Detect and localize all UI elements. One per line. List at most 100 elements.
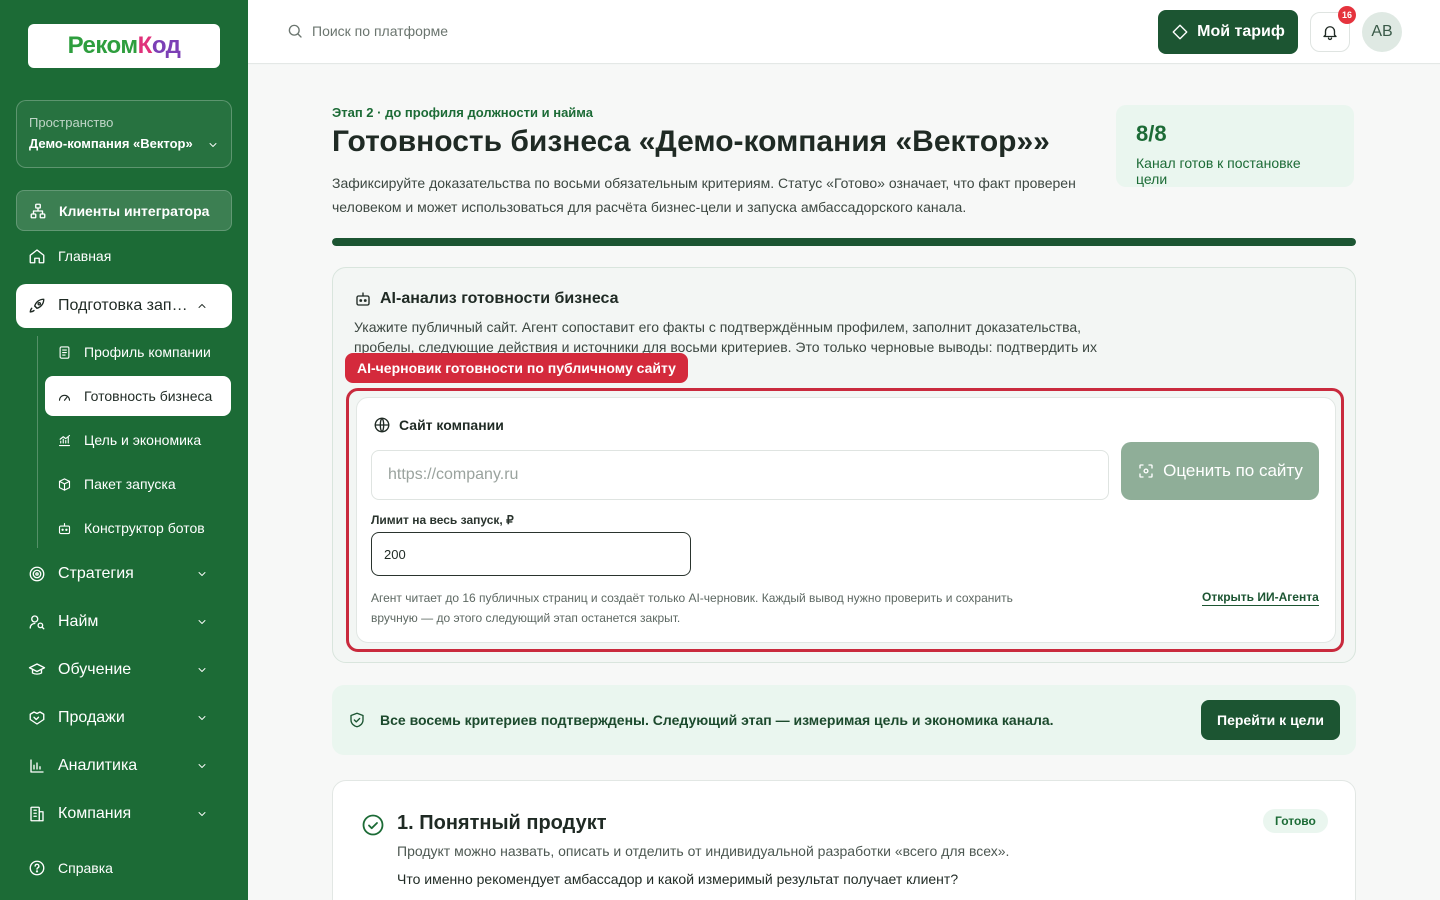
go-to-goal-button[interactable]: Перейти к цели xyxy=(1201,700,1340,740)
sub-item-bots-label: Конструктор ботов xyxy=(84,520,205,536)
sub-nav-line xyxy=(37,336,38,548)
chevron-down-icon xyxy=(196,664,208,676)
chevron-down-icon xyxy=(196,808,208,820)
progress-bar xyxy=(332,238,1356,246)
score-card: 8/8 Канал готов к постановке цели xyxy=(1116,105,1354,187)
sub-item-bots[interactable]: Конструктор ботов xyxy=(45,508,231,548)
notification-count-badge: 16 xyxy=(1338,6,1356,24)
chevron-down-icon xyxy=(196,616,208,628)
space-selector[interactable]: Пространство Демо-компания «Вектор» xyxy=(16,100,232,168)
avatar[interactable]: AB xyxy=(1362,12,1402,52)
nav-home-label: Главная xyxy=(58,248,112,264)
open-agent-link[interactable]: Открыть ИИ-Агента xyxy=(1202,590,1319,606)
ai-analysis-description: Укажите публичный сайт. Агент сопоставит… xyxy=(354,319,1097,355)
help-icon xyxy=(28,859,46,877)
check-circle-icon xyxy=(361,813,385,837)
space-label: Пространство xyxy=(29,115,114,130)
logo-text-2: К xyxy=(137,32,153,59)
page-description: Зафиксируйте доказательства по восьми об… xyxy=(332,175,1076,215)
home-icon xyxy=(28,247,46,265)
ai-analysis-card: AI-анализ готовности бизнеса Укажите пуб… xyxy=(332,267,1356,663)
my-tariff-button[interactable]: Мой тариф xyxy=(1158,10,1298,54)
confirmation-text: Все восемь критериев подтверждены. Следу… xyxy=(380,712,1054,728)
search-placeholder: Поиск по платформе xyxy=(312,23,449,39)
globe-icon xyxy=(373,416,391,434)
bar-chart-icon xyxy=(28,757,46,775)
graduation-cap-icon xyxy=(28,661,46,679)
nav-sales[interactable]: Продажи xyxy=(16,696,232,740)
sub-item-goal-label: Цель и экономика xyxy=(84,432,202,448)
agent-note: Агент читает до 16 публичных страниц и с… xyxy=(371,591,1013,625)
search-bar[interactable]: Поиск по платформе xyxy=(286,22,448,40)
site-card-title: Сайт компании xyxy=(373,416,504,434)
diamond-icon xyxy=(1171,23,1189,41)
top-header: Поиск по платформе Мой тариф 16 AB xyxy=(248,0,1440,64)
chevron-down-icon xyxy=(196,712,208,724)
logo-text-3: од xyxy=(151,32,181,59)
nav-strategy[interactable]: Стратегия xyxy=(16,552,232,596)
nav-training[interactable]: Обучение xyxy=(16,648,232,692)
package-icon xyxy=(57,477,72,492)
sub-item-readiness[interactable]: Готовность бизнеса xyxy=(45,376,231,416)
nav-strategy-label: Стратегия xyxy=(58,565,134,582)
criterion-card: 1. Понятный продукт Готово Продукт можно… xyxy=(332,780,1356,900)
bot-icon xyxy=(57,521,72,536)
chevron-down-icon xyxy=(196,760,208,772)
stage-label: Этап 2 · до профиля должности и найма xyxy=(332,105,593,120)
nav-hiring[interactable]: Найм xyxy=(16,600,232,644)
sub-item-readiness-label: Готовность бизнеса xyxy=(84,388,213,404)
ai-draft-tag: AI-черновик готовности по публичному сай… xyxy=(345,353,688,383)
sub-item-package-label: Пакет запуска xyxy=(84,476,176,492)
target-icon xyxy=(28,565,46,583)
nav-hiring-label: Найм xyxy=(58,613,99,630)
ai-analysis-title: AI-анализ готовности бизнеса xyxy=(354,290,619,308)
site-card-title-text: Сайт компании xyxy=(399,417,504,433)
nav-home[interactable]: Главная xyxy=(16,236,232,276)
bot-icon xyxy=(354,290,372,308)
sidebar: Реком Код Пространство Демо-компания «Век… xyxy=(0,0,248,900)
ai-analysis-title-text: AI-анализ готовности бизнеса xyxy=(380,290,619,307)
nav-training-label: Обучение xyxy=(58,661,132,678)
handshake-icon xyxy=(28,709,46,727)
hierarchy-icon xyxy=(29,202,47,220)
score-value: 8/8 xyxy=(1136,121,1167,146)
nav-analytics-label: Аналитика xyxy=(58,757,138,774)
criterion-description: Продукт можно назвать, описать и отделит… xyxy=(397,843,1010,859)
user-search-icon xyxy=(28,613,46,631)
gauge-icon xyxy=(57,389,72,404)
nav-company-label: Компания xyxy=(58,805,132,822)
scan-icon xyxy=(1137,462,1155,480)
nav-help-label: Справка xyxy=(58,860,113,876)
rocket-icon xyxy=(28,297,46,315)
search-icon xyxy=(286,22,304,40)
document-icon xyxy=(57,345,72,360)
nav-help[interactable]: Справка xyxy=(16,848,232,888)
nav-prep[interactable]: Подготовка запуска xyxy=(16,284,232,328)
sub-item-package[interactable]: Пакет запуска xyxy=(45,464,231,504)
shield-check-icon xyxy=(348,711,366,729)
limit-input[interactable] xyxy=(371,532,691,576)
chart-icon xyxy=(57,433,72,448)
main-content: Этап 2 · до профиля должности и найма Го… xyxy=(248,65,1440,900)
nav-sales-label: Продажи xyxy=(58,709,125,726)
sub-item-profile-label: Профиль компании xyxy=(84,344,211,360)
limit-label: Лимит на весь запуск, ₽ xyxy=(371,513,514,527)
chevron-down-icon xyxy=(207,139,219,151)
evaluate-site-button[interactable]: Оценить по сайту xyxy=(1121,442,1319,500)
nav-prep-label: Подготовка запуска xyxy=(58,297,190,314)
sub-item-profile[interactable]: Профиль компании xyxy=(45,332,231,372)
nav-clients[interactable]: Клиенты интегратора xyxy=(16,190,232,231)
site-card: Сайт компании Оценить по сайту Лимит на … xyxy=(356,397,1336,643)
progress-fill xyxy=(332,238,1356,246)
page-title: Готовность бизнеса «Демо-компания «Векто… xyxy=(332,125,1050,158)
nav-analytics[interactable]: Аналитика xyxy=(16,744,232,788)
logo[interactable]: Реком Код xyxy=(28,24,220,68)
criterion-question: Что именно рекомендует амбассадор и како… xyxy=(397,871,959,887)
sub-item-goal[interactable]: Цель и экономика xyxy=(45,420,231,460)
logo-text-1: Реком xyxy=(67,32,139,59)
site-url-input[interactable] xyxy=(371,450,1109,500)
nav-clients-label: Клиенты интегратора xyxy=(59,202,210,219)
nav-company[interactable]: Компания xyxy=(16,792,232,836)
confirmation-banner: Все восемь критериев подтверждены. Следу… xyxy=(332,685,1356,755)
score-label: Канал готов к постановке цели xyxy=(1136,155,1301,187)
